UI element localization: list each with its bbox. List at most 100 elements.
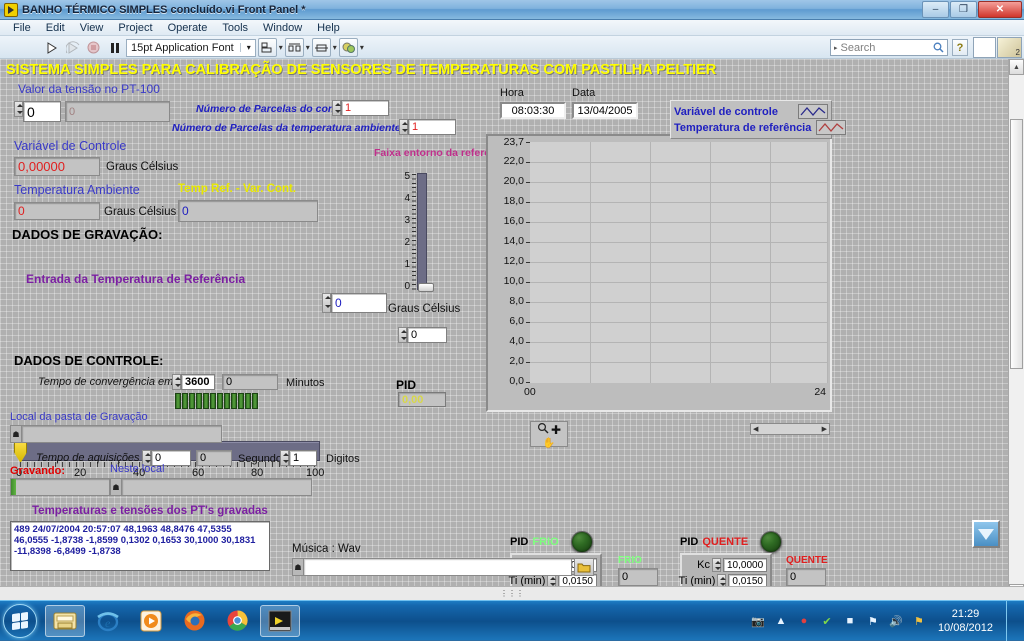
musica-path-control[interactable]: ☗ <box>292 558 572 576</box>
taskbar-clock[interactable]: 21:29 10/08/2012 <box>938 607 993 635</box>
camera-icon[interactable]: 📷 <box>750 613 766 629</box>
waveform-chart[interactable]: 23,7 22,0 20,0 18,0 16,0 14,0 12,0 10,0 … <box>486 134 832 412</box>
scrollbar-thumb[interactable] <box>1010 119 1023 369</box>
pid-frio-led[interactable] <box>571 531 593 553</box>
pid-quente-kc-input[interactable]: 10,0000 <box>723 558 767 572</box>
neste-local-input[interactable] <box>121 478 312 496</box>
maximize-button[interactable]: ❐ <box>950 1 977 18</box>
shield-icon[interactable]: ✔ <box>819 613 835 629</box>
menu-file[interactable]: File <box>6 21 38 35</box>
tensao-control[interactable]: 0 0 <box>14 101 170 122</box>
parcelas-controle-control[interactable]: 1 <box>332 100 389 116</box>
taskbar-item-media-player[interactable] <box>131 605 171 637</box>
legend-swatch-1[interactable] <box>816 120 846 135</box>
musica-input[interactable] <box>303 558 572 576</box>
parcelas-controle-spinner[interactable] <box>332 100 341 116</box>
panel-horizontal-scrollbar[interactable]: ⋮⋮⋮ <box>0 586 1024 600</box>
antivirus-icon[interactable]: ● <box>796 613 812 629</box>
legend-swatch-0[interactable] <box>798 104 828 119</box>
show-desktop-button[interactable] <box>1006 601 1016 641</box>
pid-quente-led[interactable] <box>760 531 782 553</box>
tensao-spinner[interactable] <box>14 101 23 117</box>
chart-legend[interactable]: Variável de controle Temperatura de refe… <box>670 100 832 139</box>
zoom-tool-icon[interactable] <box>537 422 550 437</box>
minimize-button[interactable]: – <box>922 1 949 18</box>
pause-icon[interactable] <box>105 38 124 57</box>
blank-panel-icon[interactable] <box>973 37 996 58</box>
entrada-ref-spinner[interactable] <box>322 293 331 313</box>
taskbar-item-labview[interactable] <box>260 605 300 637</box>
digitos-control[interactable]: 1 <box>280 450 317 466</box>
search-box[interactable]: ▸ Search <box>830 39 948 56</box>
faixa-spinner[interactable] <box>398 327 407 343</box>
scroll-left-icon[interactable]: ◀ <box>753 425 758 433</box>
temps-gravadas-textbox[interactable]: 489 24/07/2004 20:57:07 48,1963 48,8476 … <box>10 521 270 571</box>
taskbar-item-chrome[interactable] <box>217 605 257 637</box>
cursor-cross-icon[interactable]: ✚ <box>551 425 561 435</box>
search-dropdown-icon[interactable]: ▸ <box>834 44 838 52</box>
menu-edit[interactable]: Edit <box>39 21 72 35</box>
scroll-up-arrow-icon[interactable]: ▲ <box>1009 59 1024 75</box>
start-button[interactable] <box>3 604 37 638</box>
legend-item-temperatura-referencia[interactable]: Temperatura de referência <box>674 120 828 135</box>
local-pasta-path-control[interactable]: ☗ <box>10 425 222 443</box>
faixa-slider[interactable]: 5 4 3 2 1 0 <box>396 171 440 319</box>
show-hidden-icons[interactable]: ▲ <box>773 613 789 629</box>
neste-local-path-control[interactable]: ☗ <box>110 478 312 496</box>
faixa-input[interactable]: 0 <box>407 327 447 343</box>
volume-icon[interactable]: 🔊 <box>888 613 904 629</box>
font-selector[interactable]: 15pt Application Font ▾ <box>126 39 256 57</box>
help-icon[interactable]: ? <box>952 39 968 56</box>
faixa-knob[interactable] <box>418 283 434 292</box>
pan-hand-icon[interactable]: ✋ <box>543 438 555 449</box>
parcelas-ambiente-spinner[interactable] <box>399 119 408 135</box>
parcelas-ambiente-control[interactable]: 1 <box>399 119 456 135</box>
search-input[interactable]: Search <box>841 42 930 54</box>
parcelas-controle-input[interactable]: 1 <box>341 100 389 116</box>
menu-window[interactable]: Window <box>256 21 309 35</box>
font-selector-label: 15pt Application Font <box>131 42 234 54</box>
tempo-conv-spinner[interactable] <box>172 374 181 390</box>
align-objects-icon[interactable] <box>258 38 277 57</box>
digitos-input[interactable]: 1 <box>289 450 317 466</box>
close-button[interactable]: ✕ <box>978 1 1022 18</box>
tempo-conv-control[interactable]: 3600 <box>172 374 215 390</box>
local-pasta-input[interactable] <box>21 425 222 443</box>
chart-horizontal-scrollbar[interactable]: ◀ ▶ <box>750 423 830 435</box>
reorder-objects-icon[interactable] <box>339 38 358 57</box>
menu-help[interactable]: Help <box>310 21 347 35</box>
chart-plot-area[interactable] <box>530 142 827 383</box>
network-icon[interactable]: ⚑ <box>865 613 881 629</box>
taskbar-item-internet-explorer[interactable]: e <box>88 605 128 637</box>
taskbar-item-firefox[interactable] <box>174 605 214 637</box>
tensao-input[interactable]: 0 <box>23 101 61 122</box>
entrada-ref-numeric[interactable]: 0 <box>322 293 387 313</box>
parcelas-ambiente-input[interactable]: 1 <box>408 119 456 135</box>
tempo-conv-input[interactable]: 3600 <box>181 374 215 390</box>
run-continuous-icon[interactable] <box>63 38 82 57</box>
menu-project[interactable]: Project <box>111 21 159 35</box>
scroll-down-button[interactable] <box>972 520 1000 548</box>
graph-palette[interactable]: ✚ ✋ <box>530 421 568 447</box>
musica-browse-button[interactable] <box>574 558 594 576</box>
vi-context-icon[interactable] <box>997 37 1022 58</box>
faixa-track[interactable] <box>417 173 427 290</box>
action-center-icon[interactable]: ⚑ <box>911 613 927 629</box>
panel-vertical-scrollbar[interactable]: ▲ ▼ <box>1008 59 1024 600</box>
run-icon[interactable] <box>42 38 61 57</box>
entrada-ref-input[interactable]: 0 <box>331 293 387 313</box>
pid-quente-row-kc[interactable]: Kc 10,0000 <box>685 558 767 572</box>
digitos-spinner[interactable] <box>280 450 289 466</box>
menu-view[interactable]: View <box>73 21 111 35</box>
battery-icon[interactable]: ■ <box>842 613 858 629</box>
distribute-objects-icon[interactable] <box>285 38 304 57</box>
taskbar-item-explorer[interactable] <box>45 605 85 637</box>
legend-item-variavel-controle[interactable]: Variável de controle <box>674 104 828 119</box>
menu-operate[interactable]: Operate <box>161 21 215 35</box>
scroll-right-icon[interactable]: ▶ <box>822 425 827 433</box>
menu-tools[interactable]: Tools <box>215 21 255 35</box>
pid-quente-kc-spinner[interactable] <box>712 558 721 572</box>
resize-objects-icon[interactable] <box>312 38 331 57</box>
faixa-numeric[interactable]: 0 <box>398 327 447 343</box>
abort-stop-icon[interactable] <box>84 38 103 57</box>
